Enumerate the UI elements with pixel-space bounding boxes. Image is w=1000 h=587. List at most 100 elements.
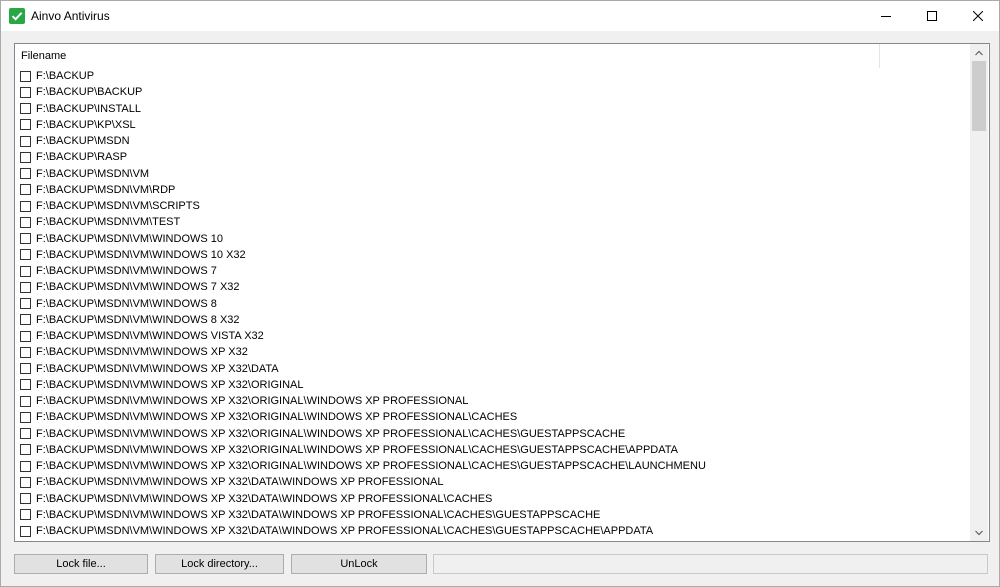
row-checkbox[interactable]	[20, 493, 31, 505]
scroll-down-button[interactable]	[970, 524, 988, 541]
list-item[interactable]: F:\BACKUP\MSDN\VM\RDP	[15, 182, 970, 198]
shield-check-icon	[9, 8, 25, 24]
list-item[interactable]: F:\BACKUP\MSDN\VM\TEST	[15, 214, 970, 230]
list-item[interactable]: F:\BACKUP\MSDN\VM\WINDOWS XP X32\DATA\WI…	[15, 507, 970, 523]
row-checkbox[interactable]	[20, 168, 31, 180]
filename-text: F:\BACKUP\MSDN\VM\WINDOWS 8 X32	[36, 313, 240, 326]
filename-column-header[interactable]: Filename	[21, 50, 66, 62]
filename-text: F:\BACKUP\MSDN\VM	[36, 167, 150, 180]
list-item[interactable]: F:\BACKUP\MSDN\VM\WINDOWS VISTA X32	[15, 328, 970, 344]
row-checkbox[interactable]	[20, 525, 31, 537]
filename-text: F:\BACKUP\MSDN\VM\WINDOWS 7	[36, 265, 217, 278]
list-item[interactable]: F:\BACKUP\MSDN\VM\WINDOWS 10 X32	[15, 247, 970, 263]
filename-text: F:\BACKUP\MSDN\VM\WINDOWS 7 X32	[36, 281, 240, 294]
row-checkbox[interactable]	[20, 86, 31, 98]
filename-text: F:\BACKUP\RASP	[36, 151, 128, 164]
minimize-button[interactable]	[863, 1, 909, 31]
list-item[interactable]: F:\BACKUP\MSDN\VM\WINDOWS XP X32\ORIGINA…	[15, 426, 970, 442]
row-checkbox[interactable]	[20, 265, 31, 277]
list-item[interactable]: F:\BACKUP\MSDN\VM\WINDOWS XP X32\ORIGINA…	[15, 377, 970, 393]
lock-directory-button[interactable]: Lock directory...	[155, 554, 284, 574]
row-checkbox[interactable]	[20, 509, 31, 521]
list-item[interactable]: F:\BACKUP\MSDN\VM\WINDOWS 8	[15, 296, 970, 312]
chevron-up-icon	[975, 50, 983, 55]
filename-text: F:\BACKUP\MSDN\VM\WINDOWS XP X32\DATA\WI…	[36, 508, 601, 521]
scroll-thumb[interactable]	[972, 61, 986, 131]
row-checkbox[interactable]	[20, 379, 31, 391]
filename-text: F:\BACKUP\KP\XSL	[36, 118, 136, 131]
filename-text: F:\BACKUP\MSDN\VM\WINDOWS XP X32\ORIGINA…	[36, 427, 626, 440]
list-item[interactable]: F:\BACKUP\MSDN\VM\SCRIPTS	[15, 198, 970, 214]
chevron-down-icon	[975, 530, 983, 535]
filename-text: F:\BACKUP\MSDN\VM\RDP	[36, 183, 176, 196]
row-checkbox[interactable]	[20, 184, 31, 196]
scroll-up-button[interactable]	[970, 44, 988, 61]
list-item[interactable]: F:\BACKUP\MSDN\VM\WINDOWS XP X32\ORIGINA…	[15, 409, 970, 425]
row-checkbox[interactable]	[20, 395, 31, 407]
list-item[interactable]: F:\BACKUP\MSDN\VM\WINDOWS 7	[15, 263, 970, 279]
list-item[interactable]: F:\BACKUP\MSDN\VM\WINDOWS XP X32\DATA\WI…	[15, 474, 970, 490]
row-checkbox[interactable]	[20, 428, 31, 440]
filename-text: F:\BACKUP\MSDN\VM\WINDOWS 10 X32	[36, 248, 246, 261]
file-list[interactable]: Filename F:\BACKUP F:\BACKUP\BACKUP F:\BAC…	[14, 43, 990, 542]
list-item[interactable]: F:\BACKUP\MSDN\VM\WINDOWS 8 X32	[15, 312, 970, 328]
unlock-button[interactable]: UnLock	[291, 554, 427, 574]
button-bar: Lock file... Lock directory... UnLock	[1, 549, 999, 579]
filename-text: F:\BACKUP\MSDN\VM\WINDOWS VISTA X32	[36, 330, 264, 343]
row-checkbox[interactable]	[20, 233, 31, 245]
list-item[interactable]: F:\BACKUP\MSDN\VM\WINDOWS XP X32\DATA\WI…	[15, 523, 970, 539]
list-item[interactable]: F:\BACKUP	[15, 68, 970, 84]
row-checkbox[interactable]	[20, 444, 31, 456]
list-item[interactable]: F:\BACKUP\MSDN	[15, 133, 970, 149]
filename-text: F:\BACKUP\MSDN\VM\WINDOWS XP X32\ORIGINA…	[36, 443, 678, 456]
row-checkbox[interactable]	[20, 119, 31, 131]
filename-text: F:\BACKUP\BACKUP	[36, 86, 143, 99]
list-item[interactable]: F:\BACKUP\MSDN\VM\WINDOWS XP X32\ORIGINA…	[15, 458, 970, 474]
row-checkbox[interactable]	[20, 330, 31, 342]
row-checkbox[interactable]	[20, 281, 31, 293]
row-checkbox[interactable]	[20, 249, 31, 261]
filename-text: F:\BACKUP\MSDN\VM\WINDOWS XP X32\ORIGINA…	[36, 395, 469, 408]
maximize-button[interactable]	[909, 1, 955, 31]
row-checkbox[interactable]	[20, 346, 31, 358]
column-divider[interactable]	[879, 44, 880, 68]
list-item[interactable]: F:\BACKUP\MSDN\VM\WINDOWS XP X32\DATA	[15, 361, 970, 377]
list-item[interactable]: F:\BACKUP\RASP	[15, 149, 970, 165]
list-item[interactable]: F:\BACKUP\INSTALL	[15, 101, 970, 117]
list-item[interactable]: F:\BACKUP\MSDN\VM\WINDOWS 7 X32	[15, 279, 970, 295]
row-checkbox[interactable]	[20, 103, 31, 115]
row-checkbox[interactable]	[20, 314, 31, 326]
row-checkbox[interactable]	[20, 363, 31, 375]
vertical-scrollbar[interactable]	[970, 44, 988, 541]
list-item[interactable]: F:\BACKUP\MSDN\VM\WINDOWS XP X32	[15, 344, 970, 360]
list-item[interactable]: F:\BACKUP\MSDN\VM\WINDOWS XP X32\ORIGINA…	[15, 442, 970, 458]
list-item[interactable]: F:\BACKUP\MSDN\VM\WINDOWS XP X32\ORIGINA…	[15, 393, 970, 409]
row-checkbox[interactable]	[20, 460, 31, 472]
status-panel	[433, 554, 988, 574]
filename-text: F:\BACKUP\MSDN\VM\WINDOWS XP X32\ORIGINA…	[36, 411, 518, 424]
row-checkbox[interactable]	[20, 135, 31, 147]
row-checkbox[interactable]	[20, 411, 31, 423]
list-item[interactable]: F:\BACKUP\MSDN\VM\WINDOWS XP X32\DATA\WI…	[15, 491, 970, 507]
row-checkbox[interactable]	[20, 216, 31, 228]
row-checkbox[interactable]	[20, 200, 31, 212]
title-bar[interactable]: Ainvo Antivirus	[1, 1, 999, 31]
close-button[interactable]	[955, 1, 1000, 31]
filename-text: F:\BACKUP\MSDN\VM\WINDOWS XP X32\DATA\WI…	[36, 476, 444, 489]
filename-text: F:\BACKUP\MSDN\VM\WINDOWS 8	[36, 297, 217, 310]
close-icon	[973, 11, 983, 21]
row-checkbox[interactable]	[20, 476, 31, 488]
list-item[interactable]: F:\BACKUP\BACKUP	[15, 84, 970, 100]
list-item[interactable]: F:\BACKUP\MSDN\VM\WINDOWS 10	[15, 231, 970, 247]
filename-text: F:\BACKUP\MSDN\VM\WINDOWS XP X32	[36, 346, 248, 359]
row-checkbox[interactable]	[20, 151, 31, 163]
list-item[interactable]: F:\BACKUP\MSDN\VM	[15, 166, 970, 182]
row-checkbox[interactable]	[20, 298, 31, 310]
list-item[interactable]: F:\BACKUP\KP\XSL	[15, 117, 970, 133]
row-checkbox[interactable]	[20, 70, 31, 82]
maximize-icon	[927, 11, 937, 21]
filename-text: F:\BACKUP\MSDN\VM\TEST	[36, 216, 181, 229]
minimize-icon	[881, 16, 891, 17]
filename-text: F:\BACKUP\MSDN\VM\WINDOWS XP X32\DATA	[36, 362, 279, 375]
lock-file-button[interactable]: Lock file...	[14, 554, 148, 574]
